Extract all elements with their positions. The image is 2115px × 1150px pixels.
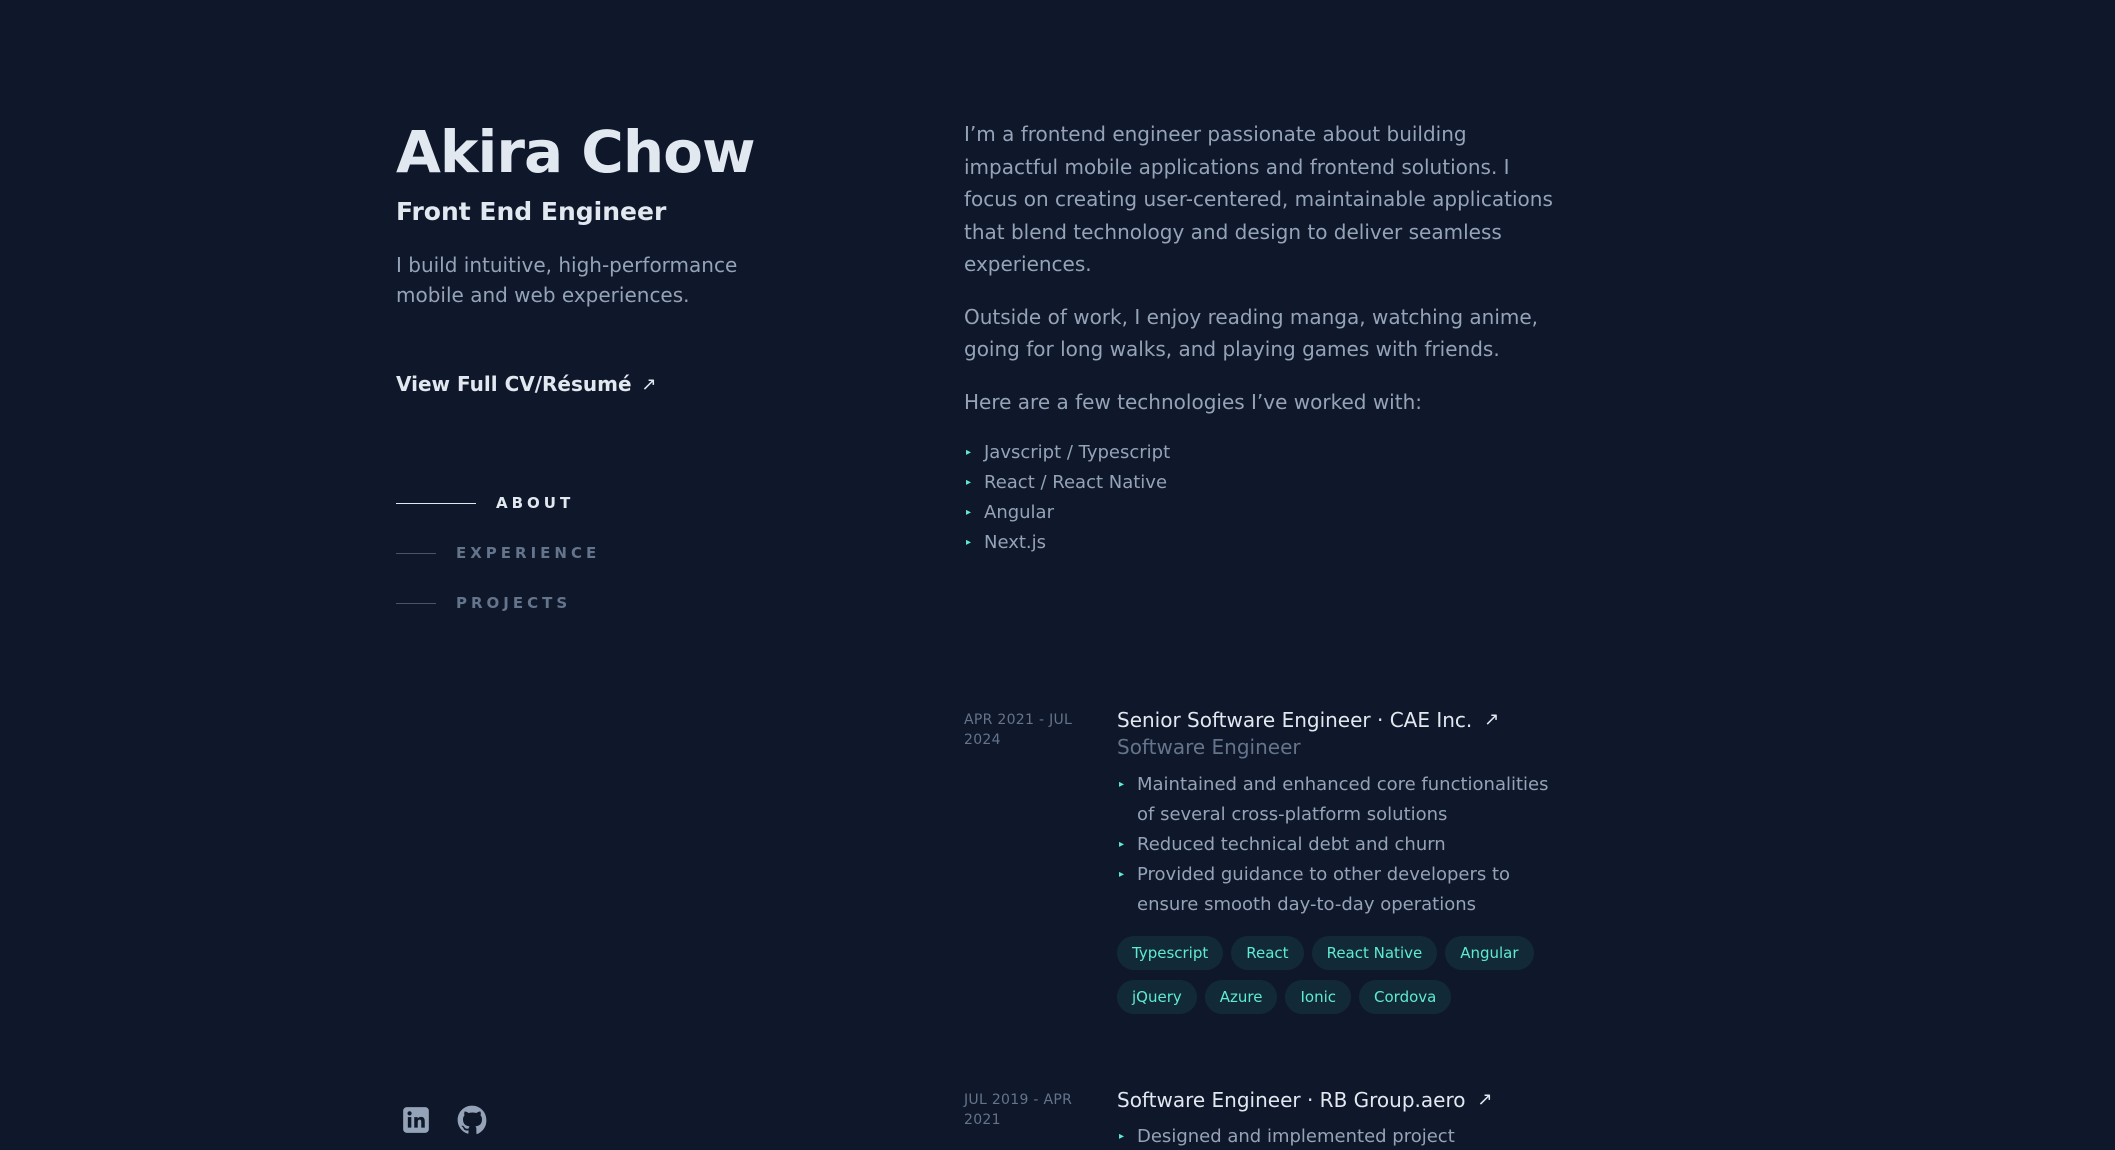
section-nav: ABOUT EXPERIENCE PROJECTS bbox=[396, 490, 600, 640]
bullet-text: Maintained and enhanced core functionali… bbox=[1137, 774, 1549, 825]
experience-bullets: ▸ Designed and implemented project archit… bbox=[1117, 1122, 1564, 1150]
github-link[interactable] bbox=[456, 1104, 488, 1136]
experience-title-link[interactable]: Software Engineer · RB Group.aero ↗ bbox=[1117, 1086, 1564, 1114]
nav-item-projects[interactable]: PROJECTS bbox=[396, 590, 600, 616]
technology-name: Next.js bbox=[984, 532, 1047, 553]
list-item: ▸ Maintained and enhanced core functional… bbox=[1117, 770, 1564, 830]
nav-indicator-line bbox=[396, 552, 436, 554]
technology-name: Javscript / Typescript bbox=[984, 442, 1171, 463]
experience-title: Software Engineer · RB Group.aero bbox=[1117, 1088, 1466, 1112]
portfolio-page: Akira Chow Front End Engineer I build in… bbox=[0, 0, 2115, 1150]
list-item: ▸ Designed and implemented project archit… bbox=[1117, 1122, 1564, 1150]
tech-tag: React Native bbox=[1311, 936, 1438, 970]
social-links bbox=[400, 1104, 488, 1136]
tech-tag: jQuery bbox=[1117, 980, 1197, 1014]
github-icon bbox=[457, 1105, 487, 1135]
about-paragraph: Here are a few technologies I’ve worked … bbox=[964, 389, 1422, 414]
list-item: ▸ Javscript / Typescript bbox=[964, 438, 1564, 468]
experience-date: APR 2021 - JUL 2024 bbox=[964, 712, 1073, 748]
experience-title-link[interactable]: Senior Software Engineer · CAE Inc. ↗ bbox=[1117, 706, 1564, 734]
view-cv-link[interactable]: View Full CV/Résumé ↗ bbox=[396, 372, 657, 396]
profile-header: Akira Chow Front End Engineer I build in… bbox=[396, 118, 956, 396]
linkedin-icon bbox=[403, 1107, 429, 1133]
tech-tags: Typescript React React Native Angular jQ… bbox=[1117, 936, 1564, 1014]
experience-bullets: ▸ Maintained and enhanced core functional… bbox=[1117, 770, 1564, 920]
triangle-bullet-icon: ▸ bbox=[966, 507, 972, 518]
view-cv-label: View Full CV/Résumé bbox=[396, 372, 632, 396]
about-paragraph: I’m a frontend engineer passionate about… bbox=[964, 122, 1553, 276]
experience-details: Software Engineer · RB Group.aero ↗ ▸ Des… bbox=[1117, 1086, 1564, 1150]
triangle-bullet-icon: ▸ bbox=[1119, 1131, 1125, 1142]
tech-tag: Typescript bbox=[1117, 936, 1224, 970]
profile-name: Akira Chow bbox=[396, 118, 756, 186]
linkedin-link[interactable] bbox=[400, 1104, 432, 1136]
triangle-bullet-icon: ▸ bbox=[966, 537, 972, 548]
about-section: I’m a frontend engineer passionate about… bbox=[964, 118, 1564, 558]
external-link-arrow-icon: ↗ bbox=[641, 373, 657, 395]
tech-tag: Cordova bbox=[1359, 980, 1452, 1014]
experience-title: Senior Software Engineer · CAE Inc. bbox=[1117, 708, 1473, 732]
nav-item-experience[interactable]: EXPERIENCE bbox=[396, 540, 600, 566]
triangle-bullet-icon: ▸ bbox=[1119, 869, 1125, 880]
technology-list: ▸ Javscript / Typescript ▸ React / React N… bbox=[964, 438, 1564, 558]
external-link-arrow-icon: ↗ bbox=[1484, 709, 1500, 730]
nav-label-projects: PROJECTS bbox=[456, 594, 572, 612]
experience-details: Senior Software Engineer · CAE Inc. ↗ So… bbox=[1117, 706, 1564, 1014]
external-link-arrow-icon: ↗ bbox=[1477, 1089, 1493, 1110]
nav-indicator-line bbox=[396, 502, 476, 504]
nav-indicator-line bbox=[396, 602, 436, 604]
tech-tag: Azure bbox=[1204, 980, 1278, 1014]
tech-tag: Ionic bbox=[1285, 980, 1352, 1014]
experience-date: JUL 2019 - APR 2021 bbox=[964, 1092, 1073, 1128]
bullet-text: Designed and implemented project archite… bbox=[1137, 1126, 1455, 1147]
tech-tag: Angular bbox=[1445, 936, 1534, 970]
list-item: ▸ Provided guidance to other developers t… bbox=[1117, 860, 1564, 920]
nav-label-about: ABOUT bbox=[496, 494, 575, 512]
technology-name: Angular bbox=[984, 502, 1054, 523]
experience-subtitle: Software Engineer bbox=[1117, 735, 1301, 759]
technology-name: React / React Native bbox=[984, 472, 1168, 493]
nav-item-about[interactable]: ABOUT bbox=[396, 490, 600, 516]
list-item: ▸ Reduced technical debt and churn bbox=[1117, 830, 1564, 860]
triangle-bullet-icon: ▸ bbox=[966, 447, 972, 458]
triangle-bullet-icon: ▸ bbox=[966, 477, 972, 488]
bullet-text: Reduced technical debt and churn bbox=[1137, 834, 1446, 855]
list-item: ▸ Next.js bbox=[964, 528, 1564, 558]
profile-role: Front End Engineer bbox=[396, 197, 667, 226]
list-item: ▸ Angular bbox=[964, 498, 1564, 528]
list-item: ▸ React / React Native bbox=[964, 468, 1564, 498]
triangle-bullet-icon: ▸ bbox=[1119, 839, 1125, 850]
profile-tagline: I build intuitive, high-performance mobi… bbox=[396, 253, 738, 307]
nav-label-experience: EXPERIENCE bbox=[456, 544, 601, 562]
triangle-bullet-icon: ▸ bbox=[1119, 779, 1125, 790]
about-paragraph: Outside of work, I enjoy reading manga, … bbox=[964, 304, 1539, 362]
tech-tag: React bbox=[1231, 936, 1304, 970]
bullet-text: Provided guidance to other developers to… bbox=[1137, 864, 1511, 915]
